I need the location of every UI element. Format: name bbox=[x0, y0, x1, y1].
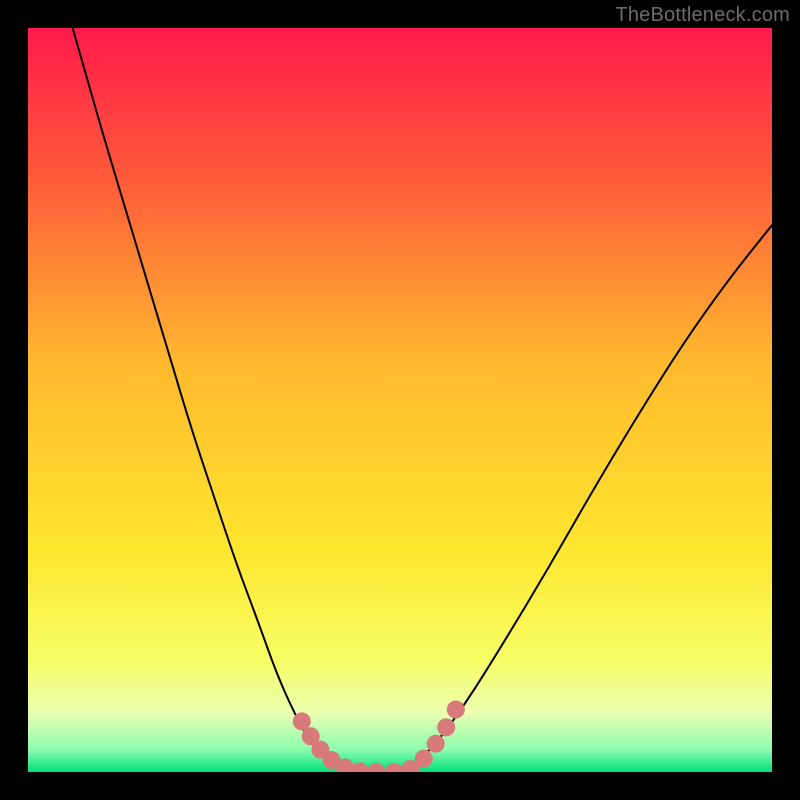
gradient-background bbox=[28, 28, 772, 772]
marker-dot bbox=[415, 750, 433, 768]
watermark-text: TheBottleneck.com bbox=[615, 4, 790, 27]
chart-svg bbox=[28, 28, 772, 772]
marker-dot bbox=[437, 718, 455, 736]
marker-dot bbox=[427, 735, 445, 753]
plot-area bbox=[28, 28, 772, 772]
marker-dot bbox=[447, 701, 465, 719]
chart-frame: TheBottleneck.com bbox=[0, 0, 800, 800]
